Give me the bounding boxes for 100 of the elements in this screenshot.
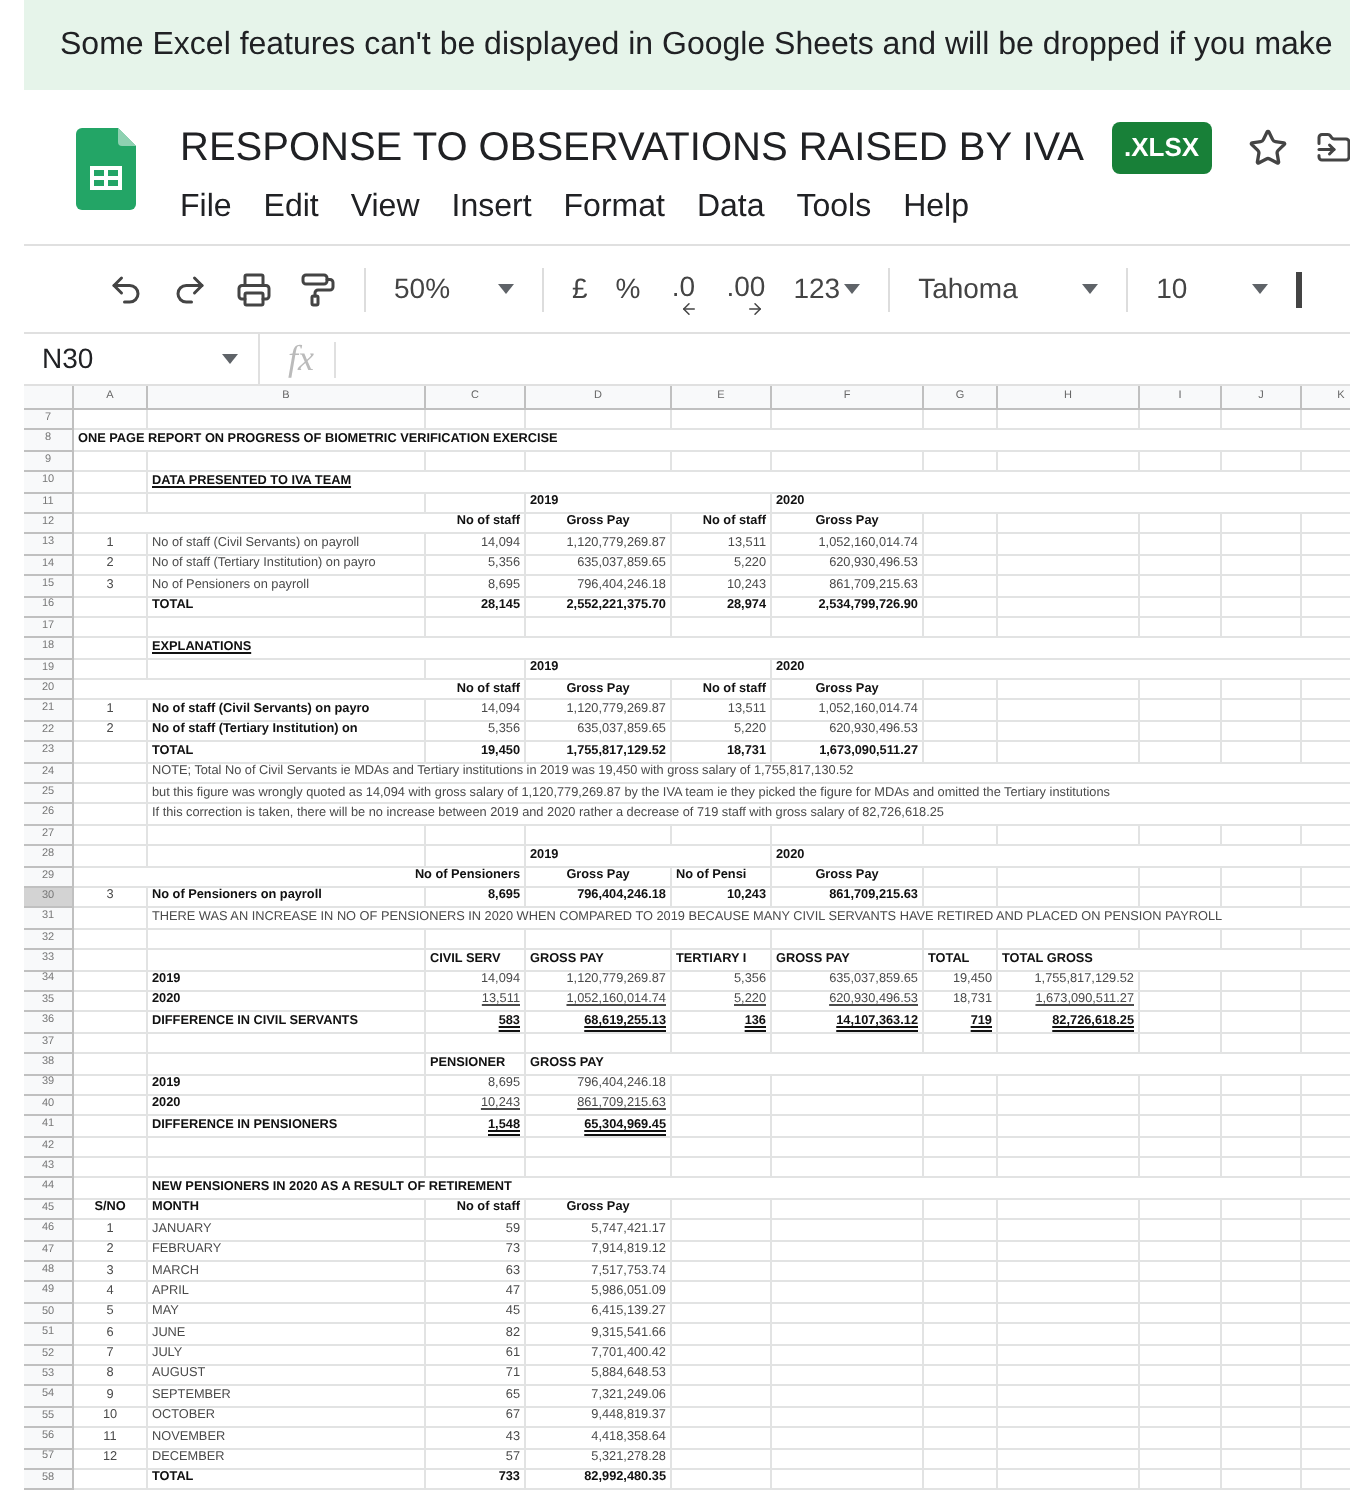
- menu-item[interactable]: Insert: [451, 184, 532, 232]
- empty-cell[interactable]: [672, 410, 772, 431]
- empty-cell[interactable]: [426, 410, 526, 431]
- empty-cell[interactable]: [526, 825, 672, 847]
- empty-cell[interactable]: [426, 493, 526, 514]
- empty-cell[interactable]: [1140, 1407, 1222, 1429]
- empty-cell[interactable]: [1222, 991, 1302, 1013]
- menu-item[interactable]: Tools: [796, 184, 872, 232]
- empty-cell[interactable]: [772, 1137, 924, 1159]
- empty-cell[interactable]: [924, 1033, 998, 1055]
- spreadsheet-logo-icon[interactable]: [76, 128, 136, 210]
- empty-cell[interactable]: [924, 513, 998, 535]
- empty-cell[interactable]: [148, 1054, 426, 1075]
- menu-item[interactable]: Format: [563, 184, 665, 232]
- empty-cell[interactable]: [1140, 597, 1222, 618]
- empty-cell[interactable]: [998, 867, 1140, 888]
- empty-cell[interactable]: [1140, 929, 1222, 951]
- number-format-dropdown[interactable]: 123: [793, 268, 861, 310]
- empty-cell[interactable]: [772, 1075, 924, 1096]
- empty-cell[interactable]: [1140, 971, 1222, 992]
- empty-cell[interactable]: [526, 1137, 672, 1159]
- empty-cell[interactable]: [672, 1469, 772, 1491]
- empty-cell[interactable]: [924, 1324, 998, 1346]
- empty-cell[interactable]: [772, 1324, 924, 1346]
- empty-cell[interactable]: [998, 1345, 1140, 1366]
- empty-cell[interactable]: [1140, 1137, 1222, 1159]
- menu-item[interactable]: Data: [696, 184, 765, 232]
- empty-cell[interactable]: [924, 410, 998, 431]
- empty-cell[interactable]: [998, 1241, 1140, 1263]
- empty-cell[interactable]: [426, 1137, 526, 1159]
- empty-cell[interactable]: [1140, 617, 1222, 639]
- empty-cell[interactable]: [1222, 1407, 1302, 1429]
- empty-cell[interactable]: [1222, 867, 1302, 888]
- empty-cell[interactable]: [1140, 1033, 1222, 1055]
- empty-cell[interactable]: [998, 576, 1140, 598]
- empty-cell[interactable]: [1140, 1303, 1222, 1325]
- empty-cell[interactable]: [772, 1116, 924, 1138]
- empty-cell[interactable]: [426, 825, 526, 847]
- empty-cell[interactable]: [772, 1407, 924, 1429]
- empty-cell[interactable]: [924, 1449, 998, 1470]
- empty-cell[interactable]: [148, 1158, 426, 1179]
- menu-item[interactable]: Edit: [263, 184, 319, 232]
- empty-cell[interactable]: [1222, 1262, 1302, 1283]
- empty-cell[interactable]: [998, 513, 1140, 535]
- empty-cell[interactable]: [998, 1365, 1140, 1387]
- empty-cell[interactable]: [924, 451, 998, 473]
- empty-cell[interactable]: [924, 555, 998, 577]
- empty-cell[interactable]: [1140, 1158, 1222, 1179]
- empty-cell[interactable]: [772, 1262, 924, 1283]
- empty-cell[interactable]: [998, 597, 1140, 618]
- empty-cell[interactable]: [672, 1033, 772, 1055]
- empty-cell[interactable]: [1140, 991, 1222, 1013]
- empty-cell[interactable]: [426, 846, 526, 868]
- empty-cell[interactable]: [148, 659, 426, 681]
- empty-cell[interactable]: [1140, 721, 1222, 743]
- empty-cell[interactable]: [1140, 680, 1222, 701]
- empty-cell[interactable]: [148, 825, 426, 847]
- empty-cell[interactable]: [672, 451, 772, 473]
- empty-cell[interactable]: [1222, 555, 1302, 577]
- empty-cell[interactable]: [772, 1449, 924, 1470]
- empty-cell[interactable]: [998, 1199, 1140, 1221]
- empty-cell[interactable]: [426, 1033, 526, 1055]
- empty-cell[interactable]: [148, 929, 426, 951]
- empty-cell[interactable]: [772, 1345, 924, 1366]
- menu-item[interactable]: View: [350, 184, 420, 232]
- empty-cell[interactable]: [998, 825, 1140, 847]
- empty-cell[interactable]: [148, 1137, 426, 1159]
- empty-cell[interactable]: [1140, 1199, 1222, 1221]
- empty-cell[interactable]: [426, 1158, 526, 1179]
- empty-cell[interactable]: [998, 929, 1140, 951]
- empty-cell[interactable]: [998, 1095, 1140, 1117]
- decrease-decimals-button[interactable]: .0: [668, 260, 699, 318]
- empty-cell[interactable]: [924, 700, 998, 722]
- empty-cell[interactable]: [1140, 867, 1222, 888]
- empty-cell[interactable]: [924, 1365, 998, 1387]
- empty-cell[interactable]: [998, 1220, 1140, 1242]
- empty-cell[interactable]: [1140, 742, 1222, 764]
- empty-cell[interactable]: [526, 451, 672, 473]
- empty-cell[interactable]: [672, 1262, 772, 1283]
- empty-cell[interactable]: [1222, 721, 1302, 743]
- empty-cell[interactable]: [1222, 1199, 1302, 1221]
- zoom-dropdown[interactable]: 50%: [394, 268, 514, 310]
- empty-cell[interactable]: [998, 451, 1140, 473]
- star-icon[interactable]: [1247, 128, 1288, 168]
- empty-cell[interactable]: [998, 742, 1140, 764]
- print-icon[interactable]: [236, 271, 272, 307]
- empty-cell[interactable]: [998, 1282, 1140, 1304]
- empty-cell[interactable]: [672, 1449, 772, 1470]
- empty-cell[interactable]: [1222, 1220, 1302, 1242]
- empty-cell[interactable]: [924, 680, 998, 701]
- empty-cell[interactable]: [998, 1469, 1140, 1491]
- empty-cell[interactable]: [924, 1241, 998, 1263]
- empty-cell[interactable]: [924, 1158, 998, 1179]
- empty-cell[interactable]: [1140, 576, 1222, 598]
- currency-button[interactable]: £: [572, 268, 588, 310]
- empty-cell[interactable]: [924, 1095, 998, 1117]
- empty-cell[interactable]: [998, 617, 1140, 639]
- empty-cell[interactable]: [672, 825, 772, 847]
- empty-cell[interactable]: [772, 1428, 924, 1450]
- empty-cell[interactable]: [772, 1386, 924, 1408]
